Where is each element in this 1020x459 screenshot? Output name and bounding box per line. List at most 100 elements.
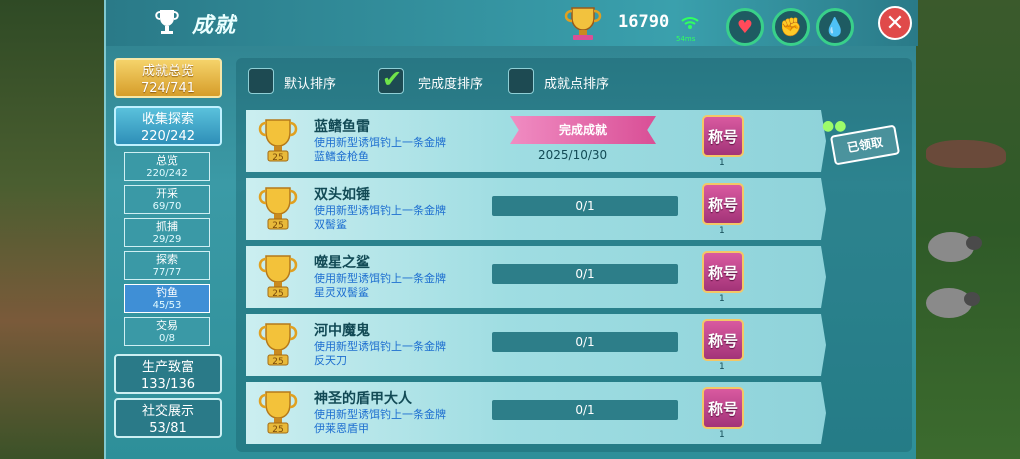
sub-tab-explore[interactable]: 探索 77/77 <box>124 251 210 280</box>
sort-completion-checkbox[interactable]: ✔ <box>378 65 404 94</box>
description-target: 蓝鳍金枪鱼 <box>314 150 369 163</box>
achievement-list: 默认排序 ✔ 完成度排序 成就点排序 25 蓝鳍鱼雷 使用新型诱饵钓上一条金牌 … <box>236 58 912 452</box>
close-button[interactable]: ✕ <box>878 6 912 40</box>
achievement-name: 噬星之鲨 <box>314 255 370 271</box>
tab-overview-count: 724/741 <box>140 81 195 96</box>
tab-social[interactable]: 社交展示 53/81 <box>114 398 222 438</box>
achievement-row[interactable]: 25 蓝鳍鱼雷 使用新型诱饵钓上一条金牌 蓝鳍金枪鱼 完成成就 2025/10/… <box>246 110 826 172</box>
description-target: 星灵双髻鲨 <box>314 286 369 299</box>
sub-tab-label: 交易 <box>156 319 178 332</box>
description-target: 反天刀 <box>314 354 347 367</box>
sub-tab-label: 总览 <box>156 154 178 167</box>
achievement-row[interactable]: 25 噬星之鲨 使用新型诱饵钓上一条金牌 星灵双髻鲨 0/1 称号 1 <box>246 246 826 308</box>
sub-tab-label: 探索 <box>156 253 178 266</box>
title-reward-button[interactable]: 称号 <box>702 387 744 429</box>
tab-social-label: 社交展示 <box>141 404 194 419</box>
achievement-points: 25 <box>272 153 283 163</box>
background-right <box>914 0 1020 459</box>
heart-icon[interactable]: ♥ <box>726 8 764 46</box>
sub-tab-count: 77/77 <box>152 267 182 278</box>
achievement-description: 使用新型诱饵钓上一条金牌 伊莱恩盾甲 <box>314 408 446 436</box>
title-reward-button[interactable]: 称号 <box>702 183 744 225</box>
trophy-icon: 25 <box>258 119 298 163</box>
description-line: 使用新型诱饵钓上一条金牌 <box>314 204 446 217</box>
checkmark-icon: ✔ <box>382 65 403 93</box>
achievement-points: 25 <box>272 221 283 231</box>
sort-default-checkbox[interactable] <box>248 68 274 94</box>
tab-collect-count: 220/242 <box>140 129 195 144</box>
achievement-name: 神圣的盾甲大人 <box>314 391 412 407</box>
tab-production-label: 生产致富 <box>141 360 194 375</box>
achievement-panel: 成就 16790 54ms ♥ ✊ 💧 ✕ 成就总览 724/741 收集探索 … <box>104 0 918 459</box>
sort-default-label: 默认排序 <box>284 77 337 92</box>
sub-tab-count: 29/29 <box>152 234 182 245</box>
water-drop-icon[interactable]: 💧 <box>816 8 854 46</box>
achievement-points: 16790 <box>618 12 670 32</box>
progress-bar: 0/1 <box>492 264 678 284</box>
background-sheep <box>926 288 980 318</box>
achievement-points: 25 <box>272 289 283 299</box>
reward-count: 1 <box>719 430 725 440</box>
flex-arm-icon[interactable]: ✊ <box>772 8 810 46</box>
title-reward-button[interactable]: 称号 <box>702 319 744 361</box>
description-line: 使用新型诱饵钓上一条金牌 <box>314 408 446 421</box>
description-line: 使用新型诱饵钓上一条金牌 <box>314 136 446 149</box>
achievement-name: 河中魔鬼 <box>314 323 370 339</box>
achievement-name: 双头如锤 <box>314 187 370 203</box>
description-line: 使用新型诱饵钓上一条金牌 <box>314 272 446 285</box>
tab-overview[interactable]: 成就总览 724/741 <box>114 58 222 98</box>
achievement-row[interactable]: 25 双头如锤 使用新型诱饵钓上一条金牌 双髻鲨 0/1 称号 1 <box>246 178 826 240</box>
sub-tab-label: 钓鱼 <box>156 286 178 299</box>
achievement-row[interactable]: 25 河中魔鬼 使用新型诱饵钓上一条金牌 反天刀 0/1 称号 1 <box>246 314 826 376</box>
achievement-row[interactable]: 25 神圣的盾甲大人 使用新型诱饵钓上一条金牌 伊莱恩盾甲 0/1 称号 1 <box>246 382 826 444</box>
sub-tab-capture[interactable]: 抓捕 29/29 <box>124 218 210 247</box>
achievement-points: 25 <box>272 425 283 435</box>
tab-collect-explore[interactable]: 收集探索 220/242 <box>114 106 222 146</box>
sub-tab-mining[interactable]: 开采 69/70 <box>124 185 210 214</box>
progress-bar: 0/1 <box>492 196 678 216</box>
tab-overview-label: 成就总览 <box>141 64 194 79</box>
reward-count: 1 <box>719 362 725 372</box>
achievement-description: 使用新型诱饵钓上一条金牌 星灵双髻鲨 <box>314 272 446 300</box>
achievement-description: 使用新型诱饵钓上一条金牌 双髻鲨 <box>314 204 446 232</box>
sort-points-checkbox[interactable] <box>508 68 534 94</box>
page-title: 成就 <box>192 13 236 37</box>
description-target: 双髻鲨 <box>314 218 347 231</box>
title-reward-button[interactable]: 称号 <box>702 251 744 293</box>
sub-tab-count: 0/8 <box>158 333 176 344</box>
reward-count: 1 <box>719 158 725 168</box>
tab-production[interactable]: 生产致富 133/136 <box>114 354 222 394</box>
achievement-points: 25 <box>272 357 283 367</box>
description-line: 使用新型诱饵钓上一条金牌 <box>314 340 446 353</box>
completion-date: 2025/10/30 <box>538 148 608 162</box>
title-bar: 成就 16790 54ms ♥ ✊ 💧 ✕ <box>106 0 918 46</box>
wifi-icon <box>681 17 699 29</box>
trophy-icon: 25 <box>258 391 298 435</box>
description-target: 伊莱恩盾甲 <box>314 422 369 435</box>
sub-tab-label: 抓捕 <box>156 220 178 233</box>
trophy-icon <box>155 10 179 34</box>
trophy-icon: 25 <box>258 255 298 299</box>
progress-bar: 0/1 <box>492 400 678 420</box>
sort-completion-label: 完成度排序 <box>418 77 484 92</box>
sub-tab-label: 开采 <box>156 187 178 200</box>
sub-tab-fishing[interactable]: 钓鱼 45/53 <box>124 284 210 313</box>
sub-tab-overview[interactable]: 总览 220/242 <box>124 152 210 181</box>
progress-bar: 0/1 <box>492 332 678 352</box>
achievement-name: 蓝鳍鱼雷 <box>314 119 370 135</box>
trophy-icon: 25 <box>258 187 298 231</box>
sub-tab-trade[interactable]: 交易 0/8 <box>124 317 210 346</box>
trophy-icon: 25 <box>258 323 298 367</box>
sub-tab-count: 45/53 <box>152 300 182 311</box>
title-reward-button[interactable]: 称号 <box>702 115 744 157</box>
reward-count: 1 <box>719 226 725 236</box>
background-left <box>0 0 104 459</box>
sub-tab-count: 220/242 <box>146 168 188 179</box>
ping-text: 54ms <box>676 35 696 43</box>
achievement-cup-icon <box>564 7 602 40</box>
tab-collect-label: 收集探索 <box>141 112 194 127</box>
background-rock <box>926 140 1006 168</box>
sub-tab-count: 69/70 <box>152 201 182 212</box>
tab-production-count: 133/136 <box>140 377 195 392</box>
background-sheep <box>928 232 982 262</box>
